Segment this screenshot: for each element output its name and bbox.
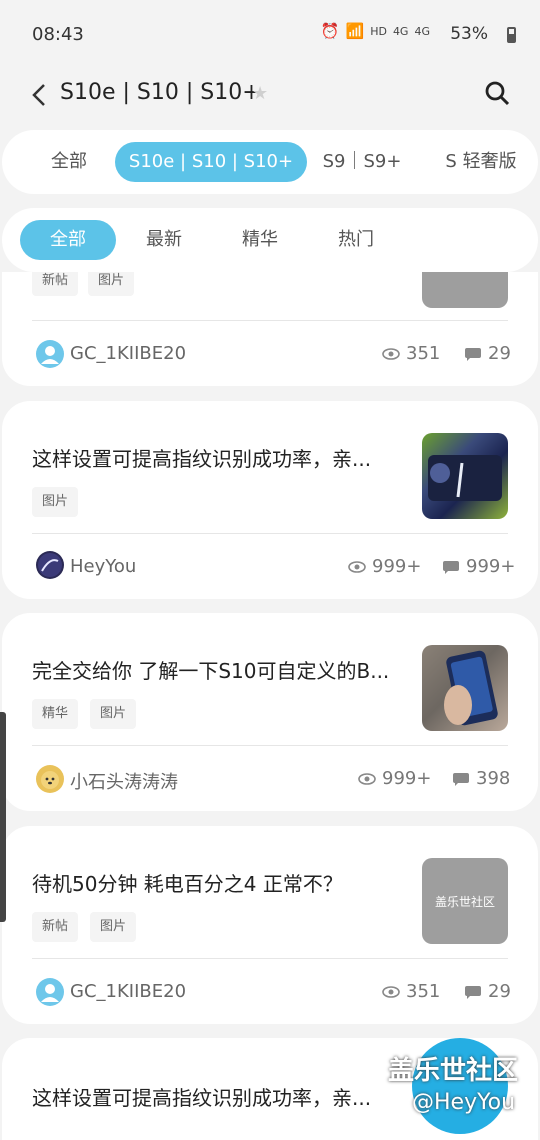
tab-all[interactable]: 全部 xyxy=(24,142,114,182)
view-count-value: 999+ xyxy=(382,768,432,789)
post-title[interactable]: 这样设置可提高指纹识别成功率，亲... xyxy=(32,443,371,472)
divider xyxy=(32,745,508,746)
post-tag: 精华 xyxy=(32,699,79,729)
post-tag: 图片 xyxy=(88,272,135,296)
post-thumbnail xyxy=(422,272,508,308)
divider xyxy=(32,958,508,959)
comment-icon xyxy=(453,772,469,786)
tab-s-lite[interactable]: S 轻奢版 xyxy=(426,142,536,182)
post-card[interactable]: 完全交给你 了解一下S10可自定义的B... 精华 图片 小石头涛涛涛 999+… xyxy=(2,613,538,811)
view-count: 351 xyxy=(382,343,440,364)
network-4g-2: 4G xyxy=(414,24,430,38)
comment-count: 29 xyxy=(464,343,511,364)
category-tabbar: 全部 S10e | S10 | S10+ S9｜S9+ S 轻奢版 xyxy=(2,130,538,194)
comment-icon xyxy=(465,347,481,361)
tab-s9[interactable]: S9｜S9+ xyxy=(312,142,412,182)
filter-featured[interactable]: 精华 xyxy=(212,220,308,260)
eye-icon xyxy=(348,560,366,573)
author-name[interactable]: 小石头涛涛涛 xyxy=(70,768,178,794)
status-bar: 08:43 ⏰ 📶 HD 4G 4G 53% xyxy=(0,0,540,70)
edge-panel-handle[interactable] xyxy=(0,712,6,922)
filter-latest[interactable]: 最新 xyxy=(116,220,212,260)
view-count: 351 xyxy=(382,981,440,1002)
avatar[interactable] xyxy=(36,551,64,579)
status-time: 08:43 xyxy=(32,24,84,45)
filter-tabbar: 全部 最新 精华 热门 xyxy=(2,208,538,272)
post-tag: 新帖 xyxy=(32,912,79,942)
view-count-value: 999+ xyxy=(372,556,422,577)
view-count-value: 351 xyxy=(406,981,441,1002)
post-tag: 新帖 xyxy=(32,272,79,296)
battery-icon xyxy=(507,27,516,43)
battery-percent: 53% xyxy=(450,24,488,44)
post-title[interactable]: 待机50分钟 耗电百分之4 正常不？ xyxy=(32,868,343,897)
post-card[interactable]: 这样设置可提高指纹识别成功率，亲... 图片 HeyYou 999+ 999+ xyxy=(2,401,538,599)
view-count-value: 351 xyxy=(406,343,441,364)
comment-icon xyxy=(465,985,481,999)
back-icon[interactable] xyxy=(26,80,56,110)
comment-count-value: 999+ xyxy=(466,556,516,577)
post-tag: 图片 xyxy=(90,912,137,942)
comment-count-value: 29 xyxy=(488,343,511,364)
status-icons: ⏰ 📶 HD 4G 4G xyxy=(321,22,430,40)
post-thumbnail-placeholder[interactable]: 盖乐世社区 xyxy=(422,858,508,944)
author-name[interactable]: HeyYou xyxy=(70,556,136,577)
network-4g-1: 4G xyxy=(392,24,409,38)
view-count: 999+ xyxy=(348,556,421,577)
post-title[interactable]: 这样设置可提高指纹识别成功率，亲... xyxy=(32,1082,371,1111)
post-card[interactable]: 新帖 图片 GC_1KIIBE20 351 29 xyxy=(2,272,538,386)
post-title[interactable]: 完全交给你 了解一下S10可自定义的B... xyxy=(32,655,389,684)
star-icon[interactable]: ★ xyxy=(252,83,272,104)
filter-all[interactable]: 全部 xyxy=(20,220,116,260)
comment-icon xyxy=(443,560,459,574)
avatar[interactable] xyxy=(36,978,64,1006)
post-tag: 图片 xyxy=(32,487,79,517)
filter-hot[interactable]: 热门 xyxy=(308,220,404,260)
post-card[interactable]: 待机50分钟 耗电百分之4 正常不？ 新帖 图片 盖乐世社区 GC_1KIIBE… xyxy=(2,826,538,1024)
post-thumbnail[interactable] xyxy=(422,433,508,519)
eye-icon xyxy=(382,347,400,360)
post-thumbnail[interactable] xyxy=(422,645,508,731)
avatar[interactable] xyxy=(36,340,64,368)
divider xyxy=(32,320,508,321)
watermark-text: 盖乐世社区 xyxy=(388,1056,519,1086)
wifi-icon: 📶 xyxy=(345,22,365,40)
author-name[interactable]: GC_1KIIBE20 xyxy=(70,981,186,1002)
tab-s10[interactable]: S10e | S10 | S10+ xyxy=(115,142,307,182)
comment-count: 999+ xyxy=(442,556,515,577)
search-icon[interactable] xyxy=(482,78,512,108)
eye-icon xyxy=(382,985,400,998)
view-count: 999+ xyxy=(358,768,431,789)
comment-count-value: 398 xyxy=(476,768,511,789)
comment-count: 398 xyxy=(452,768,510,789)
post-tag: 图片 xyxy=(90,699,137,729)
alarm-icon: ⏰ xyxy=(320,22,340,40)
watermark-handle: @HeyYou xyxy=(412,1090,516,1115)
divider xyxy=(32,533,508,534)
comment-count-value: 29 xyxy=(488,981,511,1002)
hd-label: HD xyxy=(370,24,387,38)
comment-count: 29 xyxy=(464,981,511,1002)
author-name[interactable]: GC_1KIIBE20 xyxy=(70,343,186,364)
page-title: S10e | S10 | S10+ xyxy=(60,80,261,105)
app-header: S10e | S10 | S10+ ★ xyxy=(0,70,540,120)
avatar[interactable] xyxy=(36,765,64,793)
eye-icon xyxy=(358,772,376,785)
thumbnail-placeholder-text: 盖乐世社区 xyxy=(434,894,495,909)
